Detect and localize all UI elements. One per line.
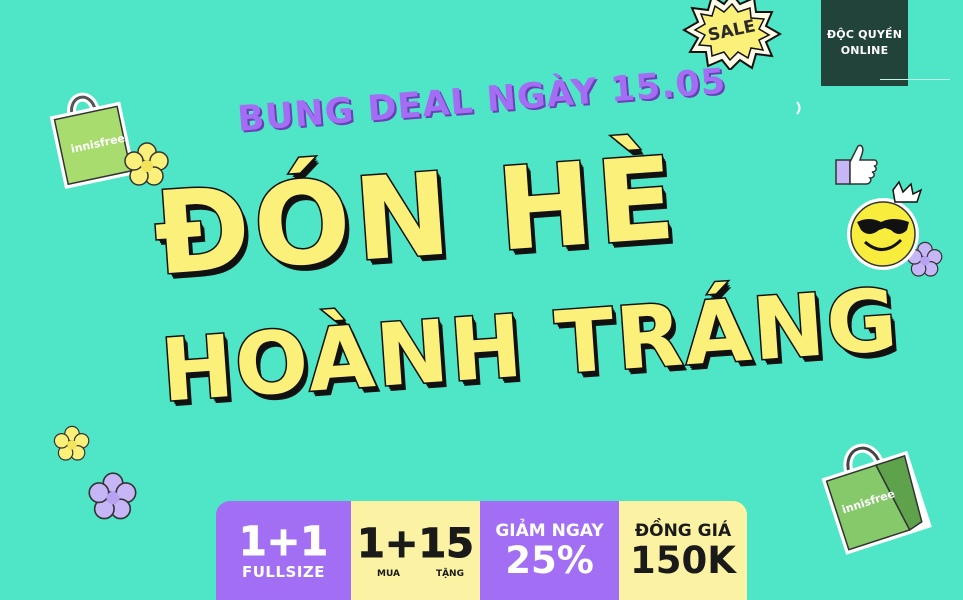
- flower-icon: [53, 425, 90, 461]
- flower-icon: [88, 472, 137, 520]
- headline-line1: ĐÓN HÈ: [149, 130, 685, 302]
- badge-divider: [880, 79, 950, 80]
- deal-caption-gift: TẶNG: [435, 568, 464, 579]
- shopping-bag-icon: innisfree: [821, 443, 932, 555]
- headline-line2: HOÀNH TRÁNG: [157, 269, 904, 423]
- exclusive-online-badge: ĐỘC QUYỀN ONLINE: [821, 0, 908, 86]
- smiley-sunglasses-icon: [847, 180, 923, 270]
- deal-strip: 1+1 FULLSIZE 1+15 MUA TẶNG GIẢM NGAY 25%…: [216, 501, 747, 600]
- decorative-mark-icon: [796, 101, 801, 115]
- deal-caption: ĐỒNG GIÁ: [634, 520, 732, 541]
- deal-card-flat-price[interactable]: ĐỒNG GIÁ 150K: [619, 501, 747, 600]
- deal-value: 25%: [505, 538, 594, 582]
- deal-card-buy1get15[interactable]: 1+15 MUA TẶNG: [351, 501, 480, 600]
- badge-line2: ONLINE: [840, 44, 889, 57]
- deal-card-buy1get1[interactable]: 1+1 FULLSIZE: [216, 501, 351, 600]
- promo-banner[interactable]: ĐỘC QUYỀN ONLINE SALE innisfree innisfre…: [0, 0, 963, 600]
- deal-value: 1+15: [356, 520, 474, 567]
- sale-sticker-icon: SALE: [681, 0, 783, 70]
- deal-caption: FULLSIZE: [241, 562, 326, 581]
- deal-caption-buy: MUA: [377, 568, 400, 579]
- badge-line1: ĐỘC QUYỀN: [826, 28, 903, 41]
- deal-value: 1+1: [238, 518, 329, 565]
- deal-caption: GIẢM NGAY: [495, 520, 604, 541]
- deal-card-discount[interactable]: GIẢM NGAY 25%: [480, 501, 619, 600]
- deal-value: 150K: [630, 538, 736, 582]
- deal-date-subtitle: BUNG DEAL NGÀY 15.05: [236, 61, 728, 140]
